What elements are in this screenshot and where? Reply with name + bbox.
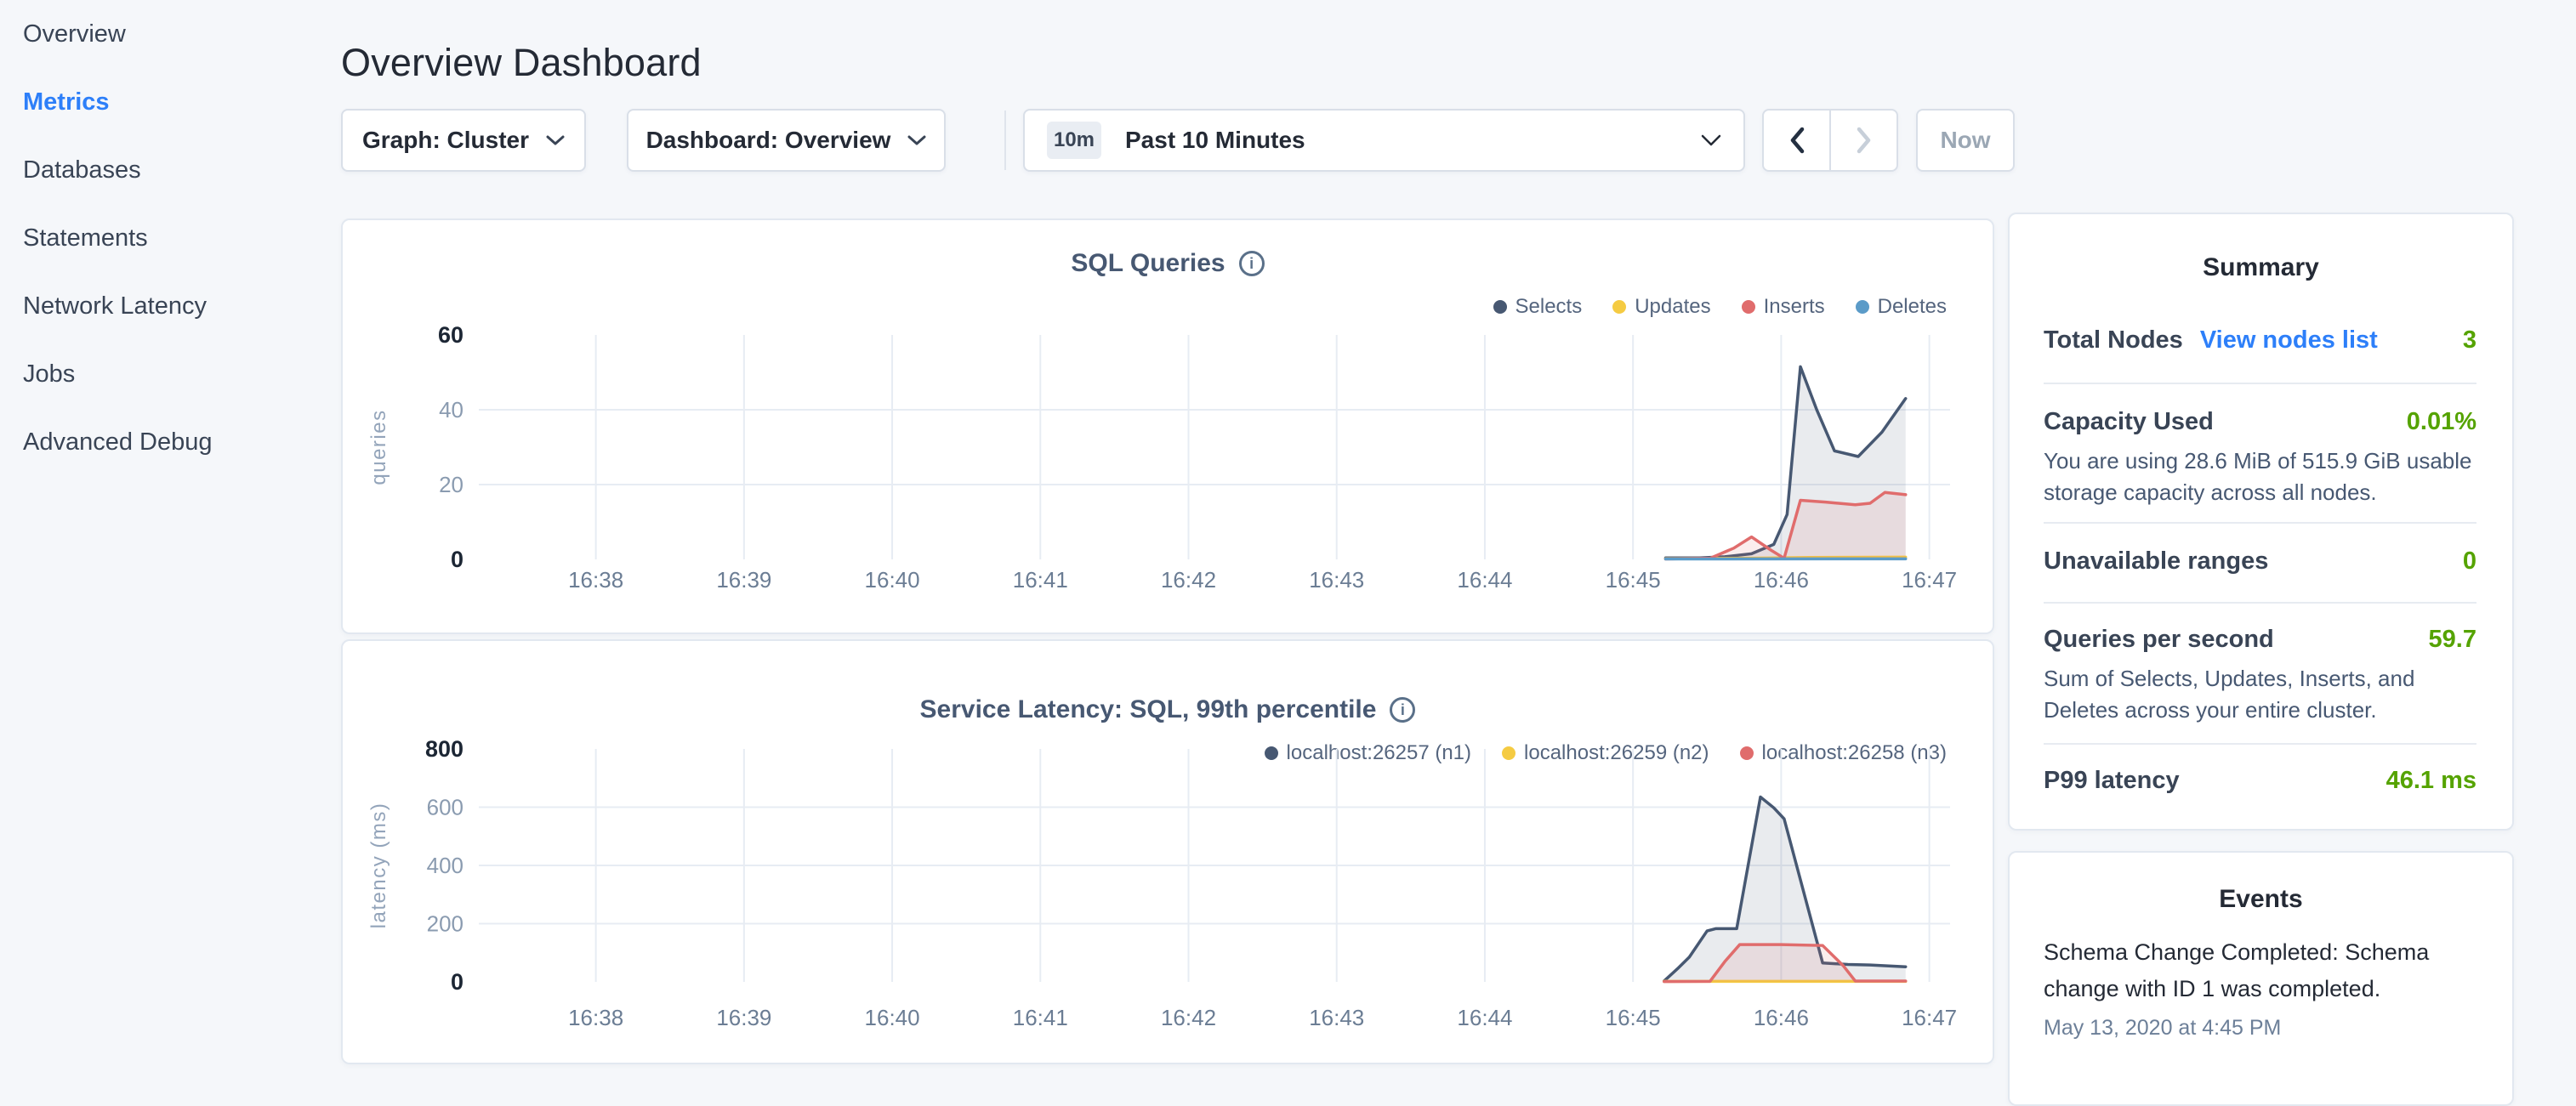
x-tick-label: 16:39 [716,1005,771,1030]
sidebar-item-jobs[interactable]: Jobs [23,340,312,408]
summary-row-label: Queries per second [2044,626,2274,654]
time-range-arrows [1762,109,1898,172]
sql-queries-chart[interactable]: 16:38 16:39 16:40 16:41 16:42 16:43 16:44 16:45… [343,220,1996,636]
summary-row-label: Total Nodes [2044,326,2183,354]
dashboard-dropdown-label: Dashboard: Overview [646,127,891,154]
x-tick-label: 16:42 [1161,1005,1216,1030]
sidebar-item-databases[interactable]: Databases [23,136,312,204]
summary-row-value: 0.01% [2407,408,2476,436]
x-tick-label: 16:47 [1902,1005,1957,1030]
x-tick-label: 16:45 [1606,567,1661,593]
summary-row-value: 46.1 ms [2386,767,2476,795]
chevron-right-icon [1857,127,1872,154]
x-tick-label: 16:42 [1161,567,1216,593]
summary-row-description: You are using 28.6 MiB of 515.9 GiB usab… [2044,445,2476,508]
summary-row-label: Unavailable ranges [2044,547,2268,576]
x-tick-label: 16:39 [716,567,771,593]
y-tick-label: 600 [427,795,463,820]
previous-range-button[interactable] [1764,111,1831,170]
event-timestamp: May 13, 2020 at 4:45 PM [2044,1016,2478,1041]
sidebar-item-statements[interactable]: Statements [23,204,312,272]
page-title: Overview Dashboard [341,41,702,85]
x-tick-label: 16:43 [1309,1005,1364,1030]
chevron-down-icon [546,135,565,146]
divider [2044,383,2476,384]
events-title: Events [2010,885,2512,914]
sidebar-item-network-latency[interactable]: Network Latency [23,272,312,340]
y-axis-title: queries [367,409,390,485]
next-range-button[interactable] [1831,111,1896,170]
now-button-label: Now [1940,127,1990,154]
summary-row-capacity-used: Capacity Used 0.01% [2044,408,2476,436]
divider [2044,602,2476,604]
divider [2044,743,2476,745]
toolbar-divider [1004,111,1006,170]
events-panel: Events Schema Change Completed: Schema c… [2008,851,2514,1106]
chevron-down-icon [1701,134,1721,147]
y-tick-label: 800 [425,736,463,762]
chevron-left-icon [1789,127,1805,154]
summary-row-unavailable-ranges: Unavailable ranges 0 [2044,547,2476,576]
summary-row-p99-latency: P99 latency 46.1 ms [2044,767,2476,795]
y-tick-label: 40 [439,397,463,423]
x-tick-label: 16:44 [1457,567,1512,593]
chevron-down-icon [907,135,926,146]
x-tick-label: 16:45 [1606,1005,1661,1030]
y-tick-label: 0 [451,547,463,572]
x-tick-label: 16:40 [865,567,920,593]
y-tick-label: 60 [438,322,463,348]
sidebar-item-advanced-debug[interactable]: Advanced Debug [23,408,312,476]
sidebar-item-metrics[interactable]: Metrics [23,68,312,136]
now-button[interactable]: Now [1916,109,2015,172]
x-tick-label: 16:41 [1013,567,1068,593]
dashboard-dropdown[interactable]: Dashboard: Overview [627,109,946,172]
summary-row-value: 3 [2463,326,2476,354]
time-range-picker[interactable]: 10m Past 10 Minutes [1023,109,1745,172]
x-tick-label: 16:47 [1902,567,1957,593]
view-nodes-list-link[interactable]: View nodes list [2200,326,2378,354]
y-tick-label: 20 [439,472,463,497]
time-range-label: Past 10 Minutes [1125,127,1305,154]
x-tick-label: 16:40 [865,1005,920,1030]
service-latency-chart-card: Service Latency: SQL, 99th percentile i … [341,639,1994,1064]
sidebar-item-overview[interactable]: Overview [23,0,312,68]
time-range-badge: 10m [1047,122,1101,159]
summary-row-queries-per-second: Queries per second 59.7 [2044,626,2476,654]
x-tick-label: 16:46 [1754,1005,1809,1030]
x-tick-label: 16:41 [1013,1005,1068,1030]
summary-title: Summary [2010,253,2512,282]
y-tick-label: 0 [451,969,463,995]
event-message[interactable]: Schema Change Completed: Schema change w… [2044,934,2478,1007]
summary-row-value: 0 [2463,547,2476,576]
summary-row-total-nodes: Total Nodes View nodes list 3 [2044,326,2476,354]
service-latency-chart[interactable]: 16:38 16:39 16:40 16:41 16:42 16:43 16:44 16:45… [343,641,1996,1066]
graph-scope-dropdown-label: Graph: Cluster [362,127,529,154]
x-tick-label: 16:38 [568,567,623,593]
summary-row-label: Capacity Used [2044,408,2214,436]
summary-row-value: 59.7 [2429,626,2476,654]
y-tick-label: 400 [427,853,463,878]
summary-row-label: P99 latency [2044,767,2180,795]
graph-scope-dropdown[interactable]: Graph: Cluster [341,109,586,172]
x-tick-label: 16:43 [1309,567,1364,593]
sidebar: Overview Metrics Databases Statements Ne… [23,0,312,476]
x-tick-label: 16:44 [1457,1005,1512,1030]
divider [2044,522,2476,524]
summary-panel: Summary Total Nodes View nodes list 3 Ca… [2008,213,2514,831]
sql-queries-chart-card: SQL Queries i Selects Updates Inserts De… [341,218,1994,634]
x-tick-label: 16:38 [568,1005,623,1030]
summary-row-description: Sum of Selects, Updates, Inserts, and De… [2044,663,2476,726]
y-tick-label: 200 [427,911,463,937]
x-tick-label: 16:46 [1754,567,1809,593]
y-axis-title: latency (ms) [367,803,390,929]
